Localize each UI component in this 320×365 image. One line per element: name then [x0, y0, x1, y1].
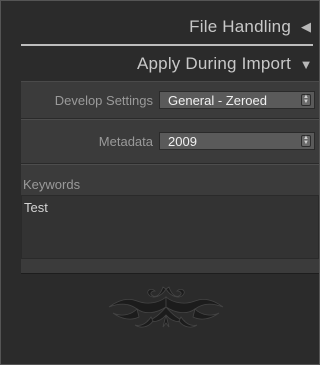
keywords-field[interactable]: Test	[21, 195, 319, 259]
up-down-stepper-icon: ▲ ▼	[301, 135, 311, 147]
triangle-down-icon: ▼	[299, 56, 313, 72]
import-right-panel: File Handling ◀ Apply During Import ▼ De…	[0, 0, 320, 365]
apply-during-import-header[interactable]: Apply During Import ▼	[1, 48, 319, 80]
up-down-stepper-icon: ▲ ▼	[301, 94, 311, 106]
develop-settings-value: General - Zeroed	[168, 92, 267, 108]
keywords-label: Keywords	[23, 177, 81, 192]
develop-settings-label: Develop Settings	[54, 92, 153, 108]
row-separator-highlight	[21, 164, 319, 165]
file-handling-header[interactable]: File Handling ◀	[1, 11, 319, 43]
metadata-select[interactable]: 2009 ▲ ▼	[159, 132, 315, 150]
metadata-label: Metadata	[98, 133, 153, 149]
panel-divider	[21, 44, 313, 46]
metadata-row: Metadata 2009 ▲ ▼	[21, 129, 319, 153]
apply-during-import-title: Apply During Import	[136, 54, 291, 73]
file-handling-title: File Handling	[189, 17, 291, 36]
develop-settings-select[interactable]: General - Zeroed ▲ ▼	[159, 91, 315, 109]
keywords-value: Test	[24, 200, 48, 215]
row-separator-highlight	[21, 119, 319, 120]
metadata-value: 2009	[168, 133, 197, 149]
triangle-left-icon: ◀	[301, 19, 311, 34]
apply-during-import-content: Develop Settings General - Zeroed ▲ ▼ Met…	[21, 81, 319, 274]
develop-settings-row: Develop Settings General - Zeroed ▲ ▼	[21, 88, 319, 112]
tribal-ornament-icon	[108, 286, 224, 328]
